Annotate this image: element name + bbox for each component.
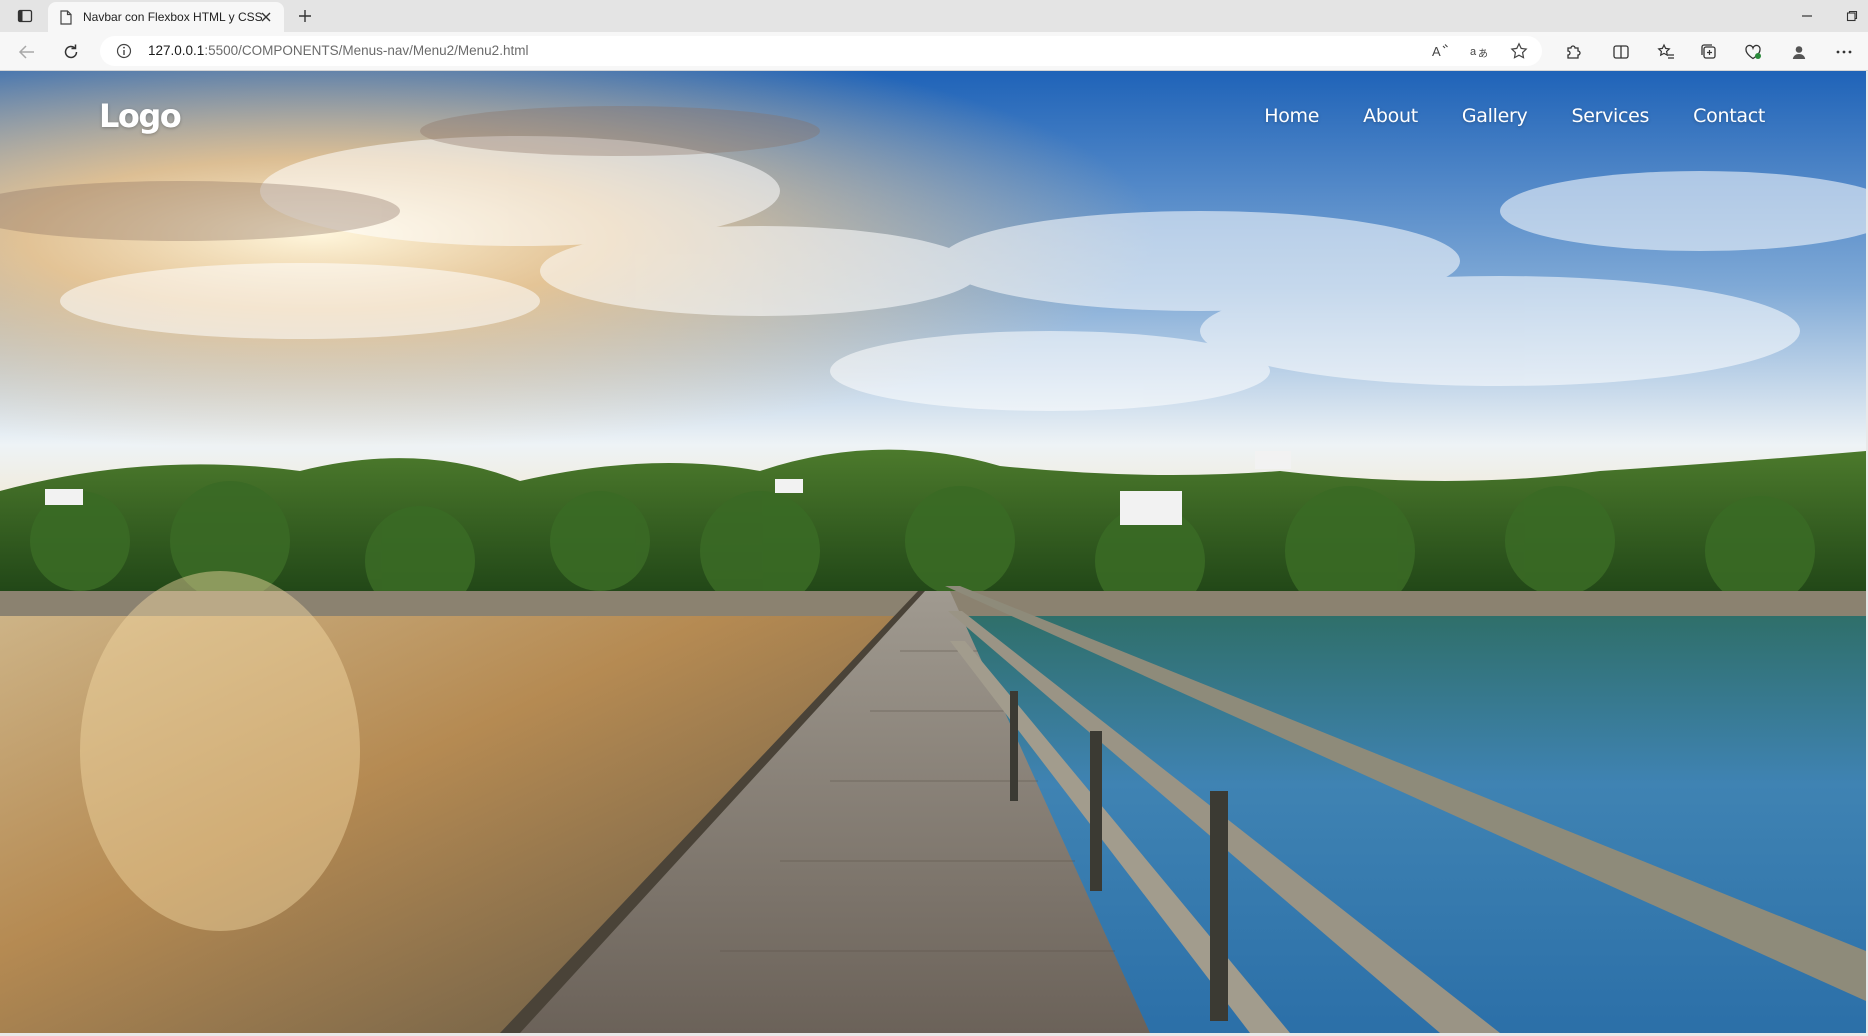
nav-link-about[interactable]: About <box>1363 105 1418 127</box>
favorites-icon[interactable] <box>1656 42 1676 62</box>
url-path: :5500/COMPONENTS/Menus-nav/Menu2/Menu2.h… <box>204 43 529 58</box>
back-arrow-icon[interactable] <box>16 41 38 63</box>
nav-link-home[interactable]: Home <box>1264 105 1319 127</box>
browser-toolbar: 127.0.0.1:5500/COMPONENTS/Menus-nav/Menu… <box>0 32 1868 71</box>
nav-item-services: Services <box>1571 105 1649 127</box>
url-host: 127.0.0.1 <box>148 43 205 58</box>
site-info-icon[interactable] <box>116 43 132 59</box>
tab-actions-icon[interactable] <box>14 6 36 26</box>
svg-text:A: A <box>1432 44 1441 59</box>
svg-text:あ: あ <box>1478 48 1488 60</box>
translate-icon[interactable]: aあ <box>1470 42 1488 60</box>
nav-links: Home About Gallery Services Contact <box>1264 105 1765 127</box>
page-viewport: Logo Home About Gallery Services Contact <box>0 71 1866 1033</box>
nav-link-services[interactable]: Services <box>1571 105 1649 127</box>
nav-item-gallery: Gallery <box>1462 105 1528 127</box>
page-icon <box>58 9 74 25</box>
extensions-icon[interactable] <box>1563 42 1583 62</box>
site-navbar: Logo Home About Gallery Services Contact <box>0 71 1866 161</box>
browser-tab-strip: Navbar con Flexbox HTML y CSS <box>0 0 1868 32</box>
new-tab-button[interactable] <box>295 6 315 26</box>
restore-icon[interactable] <box>1842 6 1862 26</box>
svg-text:a: a <box>1470 46 1477 58</box>
nav-link-gallery[interactable]: Gallery <box>1462 105 1528 127</box>
favorite-star-icon[interactable] <box>1510 42 1528 60</box>
nav-item-home: Home <box>1264 105 1319 127</box>
split-screen-icon[interactable] <box>1611 42 1631 62</box>
browser-tab-active[interactable]: Navbar con Flexbox HTML y CSS <box>48 2 284 32</box>
browser-essentials-icon[interactable] <box>1743 42 1763 62</box>
read-aloud-icon[interactable]: A <box>1431 42 1449 60</box>
address-bar[interactable]: 127.0.0.1:5500/COMPONENTS/Menus-nav/Menu… <box>100 36 1542 66</box>
minimize-icon[interactable] <box>1797 6 1817 26</box>
nav-link-contact[interactable]: Contact <box>1693 105 1765 127</box>
nav-item-contact: Contact <box>1693 105 1765 127</box>
tab-title: Navbar con Flexbox HTML y CSS <box>83 10 263 24</box>
nav-item-about: About <box>1363 105 1418 127</box>
hero-background-image <box>0 71 1866 1033</box>
site-logo[interactable]: Logo <box>99 97 182 135</box>
more-options-icon[interactable] <box>1834 42 1854 62</box>
close-icon[interactable] <box>258 9 274 25</box>
url-text: 127.0.0.1:5500/COMPONENTS/Menus-nav/Menu… <box>148 43 528 58</box>
profile-avatar-icon[interactable] <box>1789 42 1809 62</box>
reload-icon[interactable] <box>60 41 82 63</box>
collections-icon[interactable] <box>1699 42 1719 62</box>
